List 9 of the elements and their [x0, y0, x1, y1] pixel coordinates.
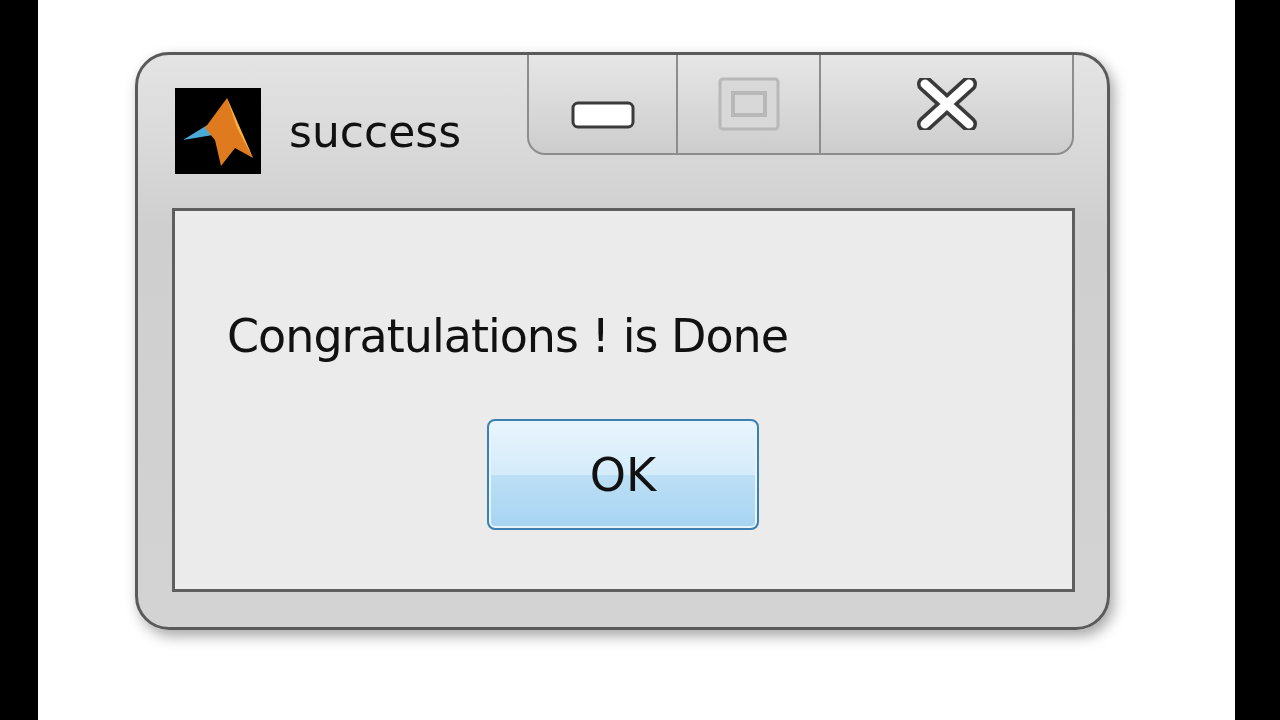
close-button[interactable]	[821, 55, 1074, 155]
minimize-icon	[570, 101, 635, 129]
maximize-icon	[717, 77, 780, 131]
close-icon	[916, 78, 977, 130]
ok-button[interactable]: OK	[487, 419, 759, 530]
minimize-button[interactable]	[527, 55, 678, 155]
message-text: Congratulations ! is Done	[227, 308, 789, 365]
window-title: success	[289, 105, 462, 159]
app-logo-icon	[175, 88, 261, 174]
